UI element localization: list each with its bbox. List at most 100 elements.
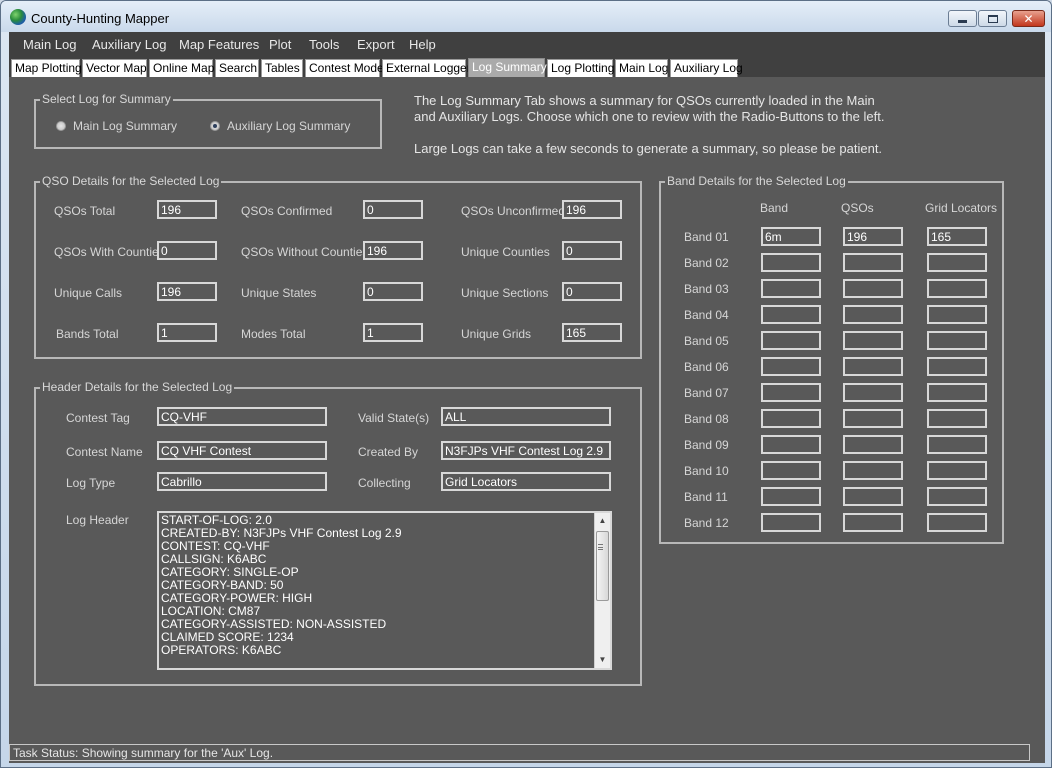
window-title: County-Hunting Mapper (31, 11, 170, 26)
qsos-value-field[interactable] (843, 305, 903, 324)
qsos-value-field[interactable] (843, 383, 903, 402)
qsos-value-field[interactable] (843, 253, 903, 272)
aux-log-radio-label[interactable]: Auxiliary Log Summary (227, 119, 350, 133)
log-header-scrollbar[interactable]: ▲ ▼ (594, 513, 610, 668)
scroll-thumb[interactable] (596, 531, 609, 601)
tab-main-log[interactable]: Main Log (615, 59, 668, 77)
unique-sections-field[interactable]: 0 (562, 282, 622, 301)
band-value-field[interactable] (761, 383, 821, 402)
contest-name-field[interactable]: CQ VHF Contest (157, 441, 327, 460)
grids-value-field[interactable] (927, 383, 987, 402)
grids-value-field[interactable]: 165 (927, 227, 987, 246)
scroll-up-icon[interactable]: ▲ (595, 513, 610, 529)
menu-bar: Main Log Auxiliary Log Map Features Plot… (9, 32, 1045, 57)
main-log-radio-label[interactable]: Main Log Summary (73, 119, 177, 133)
maximize-button[interactable] (978, 10, 1007, 27)
tab-log-summary[interactable]: Log Summary (468, 58, 547, 77)
qsos-value-field[interactable] (843, 357, 903, 376)
main-log-radio[interactable] (56, 121, 66, 131)
band-value-field[interactable] (761, 305, 821, 324)
qsos-total-field[interactable]: 196 (157, 200, 217, 219)
minimize-button[interactable] (948, 10, 977, 27)
tab-map-plotting[interactable]: Map Plotting (11, 59, 82, 77)
grids-value-field[interactable] (927, 487, 987, 506)
tab-online-map[interactable]: Online Map (149, 59, 214, 77)
unique-grids-field[interactable]: 165 (562, 323, 622, 342)
qsos-value-field[interactable] (843, 279, 903, 298)
tab-contest-mode[interactable]: Contest Mode (305, 59, 384, 77)
qsos-value-field[interactable] (843, 409, 903, 428)
contest-tag-label: Contest Tag (66, 411, 130, 425)
unique-calls-field[interactable]: 196 (157, 282, 217, 301)
grids-value-field[interactable] (927, 513, 987, 532)
qsos-value-field[interactable] (843, 487, 903, 506)
log-header-line: OPERATORS: K6ABC (161, 643, 282, 657)
band-value-field[interactable]: 6m (761, 227, 821, 246)
tab-vector-map[interactable]: Vector Map (82, 59, 147, 77)
modes-total-field[interactable]: 1 (363, 323, 423, 342)
band-row-label: Band 05 (684, 334, 729, 348)
band-details-caption: Band Details for the Selected Log (665, 174, 848, 188)
menu-main-log[interactable]: Main Log (23, 37, 76, 52)
band-value-field[interactable] (761, 435, 821, 454)
band-value-field[interactable] (761, 357, 821, 376)
band-value-field[interactable] (761, 331, 821, 350)
band-value-field[interactable] (761, 409, 821, 428)
menu-help[interactable]: Help (409, 37, 436, 52)
contest-tag-field[interactable]: CQ-VHF (157, 407, 327, 426)
close-button[interactable]: ✕ (1012, 10, 1045, 27)
menu-plot[interactable]: Plot (269, 37, 291, 52)
qsos-unconfirmed-field[interactable]: 196 (562, 200, 622, 219)
unique-counties-field[interactable]: 0 (562, 241, 622, 260)
unique-states-field[interactable]: 0 (363, 282, 423, 301)
log-type-field[interactable]: Cabrillo (157, 472, 327, 491)
qsos-confirmed-field[interactable]: 0 (363, 200, 423, 219)
grids-value-field[interactable] (927, 253, 987, 272)
minimize-icon (958, 20, 967, 23)
bands-total-label: Bands Total (56, 327, 119, 341)
info-line-3: Large Logs can take a few seconds to gen… (414, 141, 883, 156)
band-row-label: Band 09 (684, 438, 729, 452)
menu-export[interactable]: Export (357, 37, 395, 52)
band-value-field[interactable] (761, 279, 821, 298)
maximize-icon (987, 14, 998, 23)
qsos-value-field[interactable] (843, 435, 903, 454)
valid-states-field[interactable]: ALL (441, 407, 611, 426)
grids-value-field[interactable] (927, 435, 987, 454)
scroll-down-icon[interactable]: ▼ (595, 652, 610, 668)
log-header-textarea[interactable]: START-OF-LOG: 2.0 CREATED-BY: N3FJPs VHF… (157, 511, 612, 670)
qsos-value-field[interactable]: 196 (843, 227, 903, 246)
unique-grids-label: Unique Grids (461, 327, 532, 341)
grids-value-field[interactable] (927, 305, 987, 324)
qsos-value-field[interactable] (843, 331, 903, 350)
band-value-field[interactable] (761, 487, 821, 506)
qsos-with-counties-label: QSOs With Counties (54, 245, 165, 259)
qso-details-group: QSO Details for the Selected Log QSOs To… (34, 174, 642, 359)
grids-value-field[interactable] (927, 461, 987, 480)
menu-auxiliary-log[interactable]: Auxiliary Log (92, 37, 166, 52)
collecting-field[interactable]: Grid Locators (441, 472, 611, 491)
grids-value-field[interactable] (927, 279, 987, 298)
qsos-without-counties-field[interactable]: 196 (363, 241, 423, 260)
aux-log-radio[interactable] (210, 121, 220, 131)
tab-external-logger[interactable]: External Logger (382, 59, 471, 77)
title-bar: County-Hunting Mapper ✕ (1, 1, 1051, 32)
menu-map-features[interactable]: Map Features (179, 37, 259, 52)
grids-value-field[interactable] (927, 331, 987, 350)
band-value-field[interactable] (761, 513, 821, 532)
tab-search[interactable]: Search (215, 59, 259, 77)
qsos-value-field[interactable] (843, 461, 903, 480)
grids-value-field[interactable] (927, 409, 987, 428)
band-value-field[interactable] (761, 253, 821, 272)
menu-tools[interactable]: Tools (309, 37, 339, 52)
band-value-field[interactable] (761, 461, 821, 480)
tab-log-plotting[interactable]: Log Plotting (547, 59, 614, 77)
bands-total-field[interactable]: 1 (157, 323, 217, 342)
qsos-with-counties-field[interactable]: 0 (157, 241, 217, 260)
created-by-field[interactable]: N3FJPs VHF Contest Log 2.9 (441, 441, 611, 460)
qsos-value-field[interactable] (843, 513, 903, 532)
grids-value-field[interactable] (927, 357, 987, 376)
qsos-confirmed-label: QSOs Confirmed (241, 204, 333, 218)
tab-tables[interactable]: Tables (261, 59, 303, 77)
tab-auxiliary-log[interactable]: Auxiliary Log (670, 59, 743, 77)
